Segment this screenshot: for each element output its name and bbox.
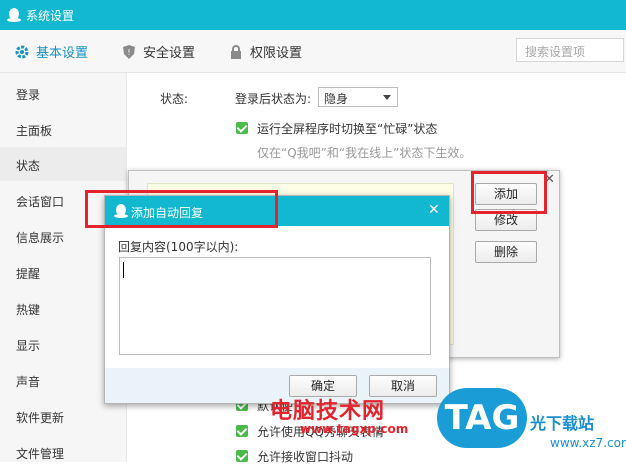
- sidebar-item-status[interactable]: 状态: [16, 157, 40, 174]
- option-checkbox-2[interactable]: [236, 425, 248, 437]
- option-label-3: 允许接收窗口抖动: [257, 450, 354, 464]
- reply-content-label: 回复内容(100字以内):: [118, 240, 239, 254]
- watermark-site-name: 电脑技术网: [270, 399, 386, 424]
- option-checkbox-3[interactable]: [236, 450, 248, 462]
- svg-text:!: !: [127, 48, 130, 57]
- text-cursor: [123, 262, 124, 278]
- search-placeholder: 搜索设置项: [525, 45, 586, 59]
- sidebar-item-chat-window[interactable]: 会话窗口: [16, 193, 64, 210]
- sidebar-item-main-panel[interactable]: 主面板: [16, 122, 52, 139]
- fullscreen-busy-hint: 仅在“Q我吧”和“我在线上”状态下生效。: [257, 146, 472, 160]
- shield-icon: !: [123, 44, 135, 59]
- after-login-status-label: 登录后状态为:: [235, 92, 312, 106]
- chevron-down-icon: [383, 95, 391, 100]
- tab-label: 权限设置: [250, 46, 303, 61]
- watermark-tag-logo: TAG: [437, 388, 527, 448]
- close-icon[interactable]: ✕: [428, 202, 440, 218]
- tab-label: 安全设置: [143, 46, 196, 61]
- sidebar-item-reminder[interactable]: 提醒: [16, 265, 40, 282]
- lock-icon: [231, 44, 241, 59]
- fullscreen-busy-label: 运行全屏程序时切换至“忙碌”状态: [257, 122, 438, 136]
- status-section-label: 状态:: [160, 92, 189, 106]
- after-login-status-select[interactable]: 隐身: [318, 87, 398, 107]
- watermark-right-text: 光下载站: [530, 414, 595, 433]
- watermark-site-url: www.tagxp.com: [300, 422, 409, 436]
- select-value: 隐身: [324, 92, 349, 106]
- sidebar-item-sound[interactable]: 声音: [16, 373, 40, 390]
- watermark-right-url: www.xz7.com: [550, 436, 626, 450]
- tab-security-settings[interactable]: ! 安全设置: [121, 42, 195, 61]
- title-bar: 系统设置: [0, 0, 626, 30]
- delete-button[interactable]: 删除: [475, 241, 537, 263]
- qq-penguin-icon: [7, 8, 21, 22]
- highlight-box-add-button: [471, 171, 547, 214]
- sidebar-item-info-display[interactable]: 信息展示: [16, 229, 64, 246]
- sidebar-item-hotkey[interactable]: 热键: [16, 301, 40, 318]
- fullscreen-busy-checkbox[interactable]: [236, 122, 248, 134]
- search-input[interactable]: 搜索设置项: [516, 38, 624, 62]
- sidebar-item-file-management[interactable]: 文件管理: [16, 445, 64, 462]
- highlight-box-dialog-title: [85, 190, 278, 228]
- window-title: 系统设置: [26, 9, 75, 23]
- sidebar-item-software-update[interactable]: 软件更新: [16, 409, 64, 426]
- gear-icon: [15, 45, 29, 58]
- reply-content-textarea[interactable]: [119, 257, 431, 355]
- sidebar-item-display[interactable]: 显示: [16, 337, 40, 354]
- tab-basic-settings[interactable]: 基本设置: [14, 42, 88, 61]
- sidebar-item-login[interactable]: 登录: [16, 86, 40, 103]
- tab-label: 基本设置: [36, 46, 89, 61]
- tab-permission-settings[interactable]: 权限设置: [228, 42, 302, 61]
